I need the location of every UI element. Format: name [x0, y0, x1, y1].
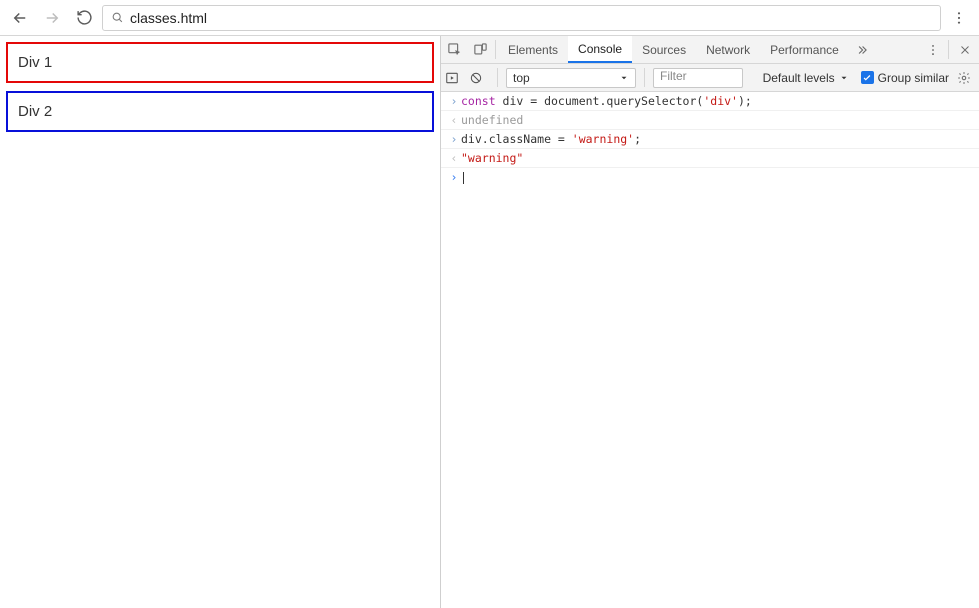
devtools-more-tabs[interactable] — [849, 36, 875, 63]
text-caret-icon — [463, 172, 464, 184]
tab-sources[interactable]: Sources — [632, 36, 696, 63]
prompt-marker-icon: › — [447, 168, 461, 186]
devtools-menu-button[interactable] — [920, 36, 946, 63]
log-levels-label: Default levels — [763, 71, 835, 85]
console-settings-button[interactable] — [953, 71, 975, 85]
device-toolbar-button[interactable] — [467, 36, 493, 63]
chevron-down-icon — [839, 73, 849, 83]
group-similar-toggle[interactable]: Group similar — [861, 68, 949, 88]
console-output[interactable]: ›const div = document.querySelector('div… — [441, 92, 979, 608]
address-bar[interactable]: classes.html — [102, 5, 941, 31]
browser-menu-button[interactable] — [945, 4, 973, 32]
execution-context-selector[interactable]: top — [506, 68, 636, 88]
console-toolbar: top Filter Default levels Group similar — [441, 64, 979, 92]
reload-icon — [76, 9, 93, 26]
console-prompt-row[interactable]: › — [441, 168, 979, 186]
output-marker-icon: ‹ — [447, 111, 461, 129]
devtools-panel: ElementsConsoleSourcesNetworkPerformance — [440, 36, 979, 608]
output-marker-icon: ‹ — [447, 149, 461, 167]
console-output-row: ‹undefined — [441, 111, 979, 130]
kebab-icon — [926, 43, 940, 57]
console-output-row: ‹"warning" — [441, 149, 979, 168]
inspect-icon — [447, 42, 462, 57]
input-marker-icon: › — [447, 130, 461, 148]
inspect-element-button[interactable] — [441, 36, 467, 63]
reload-button[interactable] — [70, 4, 98, 32]
console-input-row: ›const div = document.querySelector('div… — [441, 92, 979, 111]
tab-console[interactable]: Console — [568, 36, 632, 63]
group-similar-label: Group similar — [878, 71, 949, 85]
kebab-icon — [951, 10, 967, 26]
main-split: Div 1 Div 2 ElementsConsoleSourcesNetwork… — [0, 36, 979, 608]
back-button[interactable] — [6, 4, 34, 32]
gear-icon — [957, 71, 971, 85]
tab-performance[interactable]: Performance — [760, 36, 849, 63]
ban-icon — [469, 71, 483, 85]
device-icon — [473, 42, 488, 57]
separator — [948, 40, 949, 59]
filter-placeholder: Filter — [660, 69, 687, 83]
clear-console-button[interactable] — [469, 71, 489, 85]
search-icon — [111, 11, 124, 24]
separator — [495, 40, 496, 59]
console-filter-input[interactable]: Filter — [653, 68, 743, 88]
devtools-close-button[interactable] — [951, 36, 979, 63]
arrow-left-icon — [11, 9, 29, 27]
checkbox-checked-icon — [861, 71, 874, 84]
tab-network[interactable]: Network — [696, 36, 760, 63]
console-sidebar-toggle[interactable] — [445, 71, 465, 85]
chevron-down-icon — [619, 73, 629, 83]
execution-context-label: top — [513, 71, 530, 85]
console-message: undefined — [461, 111, 523, 129]
console-input-row: ›div.className = 'warning'; — [441, 130, 979, 149]
devtools-tabbar: ElementsConsoleSourcesNetworkPerformance — [441, 36, 979, 64]
rendered-page: Div 1 Div 2 — [0, 36, 440, 608]
browser-toolbar: classes.html — [0, 0, 979, 36]
close-icon — [959, 44, 971, 56]
page-div-1: Div 1 — [6, 42, 434, 83]
chevrons-right-icon — [855, 43, 869, 57]
arrow-right-icon — [43, 9, 61, 27]
forward-button[interactable] — [38, 4, 66, 32]
console-prompt-input[interactable] — [461, 168, 464, 186]
tab-elements[interactable]: Elements — [498, 36, 568, 63]
input-marker-icon: › — [447, 92, 461, 110]
address-bar-text: classes.html — [130, 10, 207, 26]
console-message: const div = document.querySelector('div'… — [461, 92, 752, 110]
console-message: "warning" — [461, 149, 523, 167]
page-div-2: Div 2 — [6, 91, 434, 132]
log-levels-selector[interactable]: Default levels — [763, 68, 849, 88]
play-box-icon — [445, 71, 459, 85]
console-message: div.className = 'warning'; — [461, 130, 641, 148]
